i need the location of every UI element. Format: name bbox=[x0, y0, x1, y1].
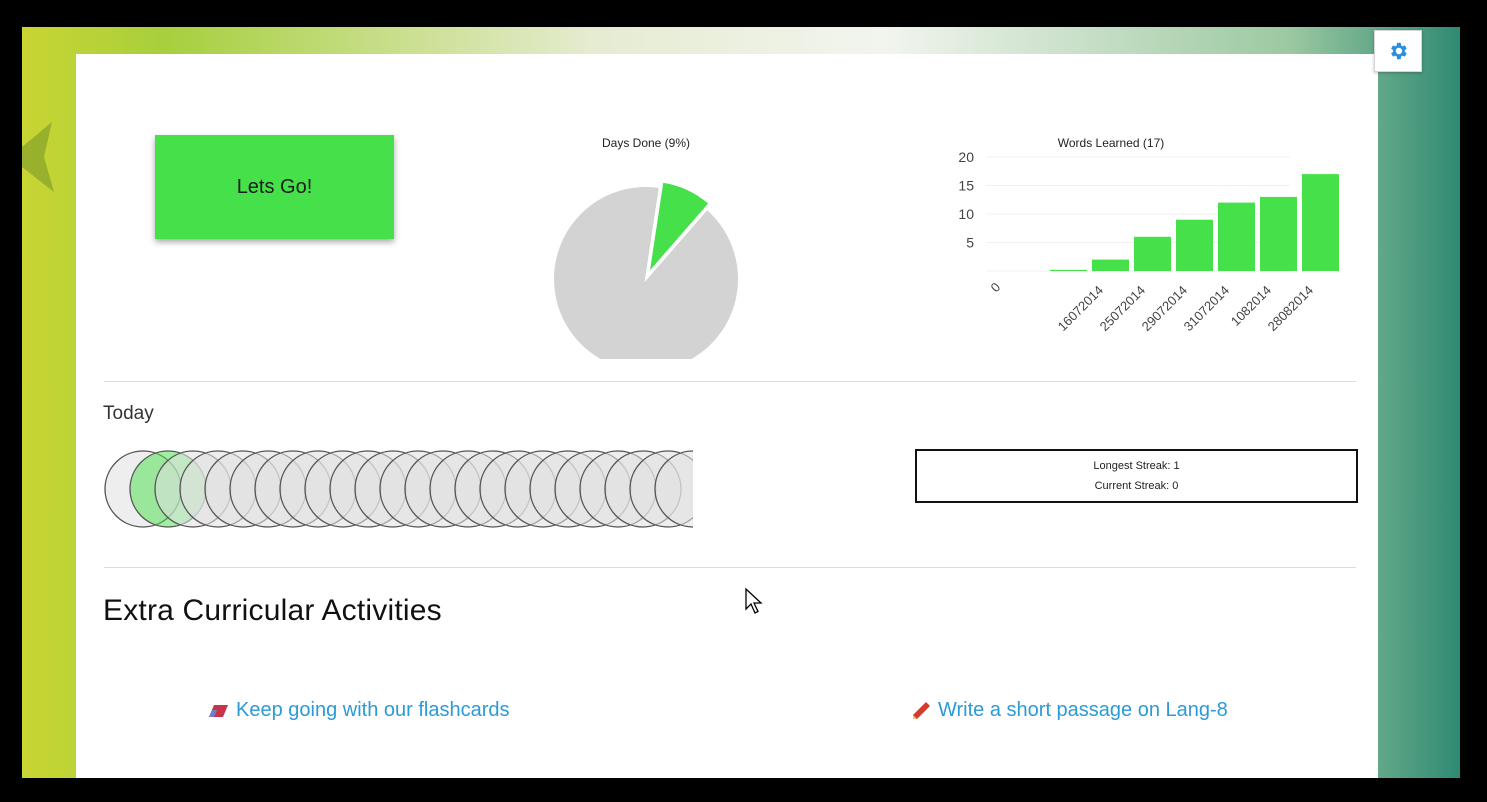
lang8-link[interactable]: Write a short passage on Lang-8 bbox=[910, 699, 1228, 722]
pencil-icon bbox=[913, 701, 930, 719]
flashcards-link[interactable]: Keep going with our flashcards bbox=[208, 699, 510, 722]
y-tick-label: 15 bbox=[958, 178, 974, 194]
bar bbox=[1134, 236, 1171, 271]
mouse-cursor-icon bbox=[745, 587, 763, 614]
words-learned-title: Words Learned (17) bbox=[1057, 136, 1165, 150]
today-label: Today bbox=[103, 403, 154, 424]
desktop-wallpaper: Lets Go! Days Done (9%) Words Learned (1… bbox=[22, 27, 1460, 778]
y-tick-label: 5 bbox=[966, 235, 974, 251]
lets-go-button[interactable]: Lets Go! bbox=[155, 135, 394, 239]
today-progress-circles bbox=[104, 450, 693, 528]
bar bbox=[1302, 174, 1339, 271]
bar bbox=[1176, 219, 1213, 271]
extra-curricular-title: Extra Curricular Activities bbox=[103, 594, 442, 627]
y-tick-label: 20 bbox=[958, 149, 974, 165]
bar bbox=[1092, 259, 1129, 271]
settings-button[interactable] bbox=[1374, 30, 1422, 72]
wallpaper-leaf-shape bbox=[22, 122, 54, 192]
section-divider-bottom bbox=[104, 567, 1356, 568]
gear-icon bbox=[1391, 42, 1407, 60]
y-tick-label: 0 bbox=[988, 279, 1004, 295]
bar bbox=[1050, 269, 1087, 271]
streak-box: Longest Streak: 1 Current Streak: 0 bbox=[915, 449, 1358, 503]
pie-slice-remaining bbox=[552, 185, 740, 359]
y-tick-label: 10 bbox=[958, 206, 974, 222]
days-done-pie-chart bbox=[552, 180, 740, 359]
bar bbox=[1218, 202, 1255, 271]
section-divider-top bbox=[104, 381, 1356, 382]
words-learned-bar-chart: 51015200 16072014250720142907201431072014… bbox=[958, 149, 1339, 335]
longest-streak: Longest Streak: 1 bbox=[1093, 460, 1180, 472]
bar bbox=[1260, 196, 1297, 271]
current-streak: Current Streak: 0 bbox=[1094, 480, 1179, 492]
x-tick-label: 28082014 bbox=[1265, 283, 1317, 335]
lang8-link-label: Write a short passage on Lang-8 bbox=[938, 699, 1228, 721]
days-done-title: Days Done (9%) bbox=[601, 136, 691, 150]
flashcards-link-label: Keep going with our flashcards bbox=[236, 699, 510, 721]
x-tick-label: 31072014 bbox=[1181, 283, 1233, 335]
eraser-icon bbox=[209, 704, 228, 717]
dashboard-panel: Lets Go! Days Done (9%) Words Learned (1… bbox=[76, 54, 1378, 778]
